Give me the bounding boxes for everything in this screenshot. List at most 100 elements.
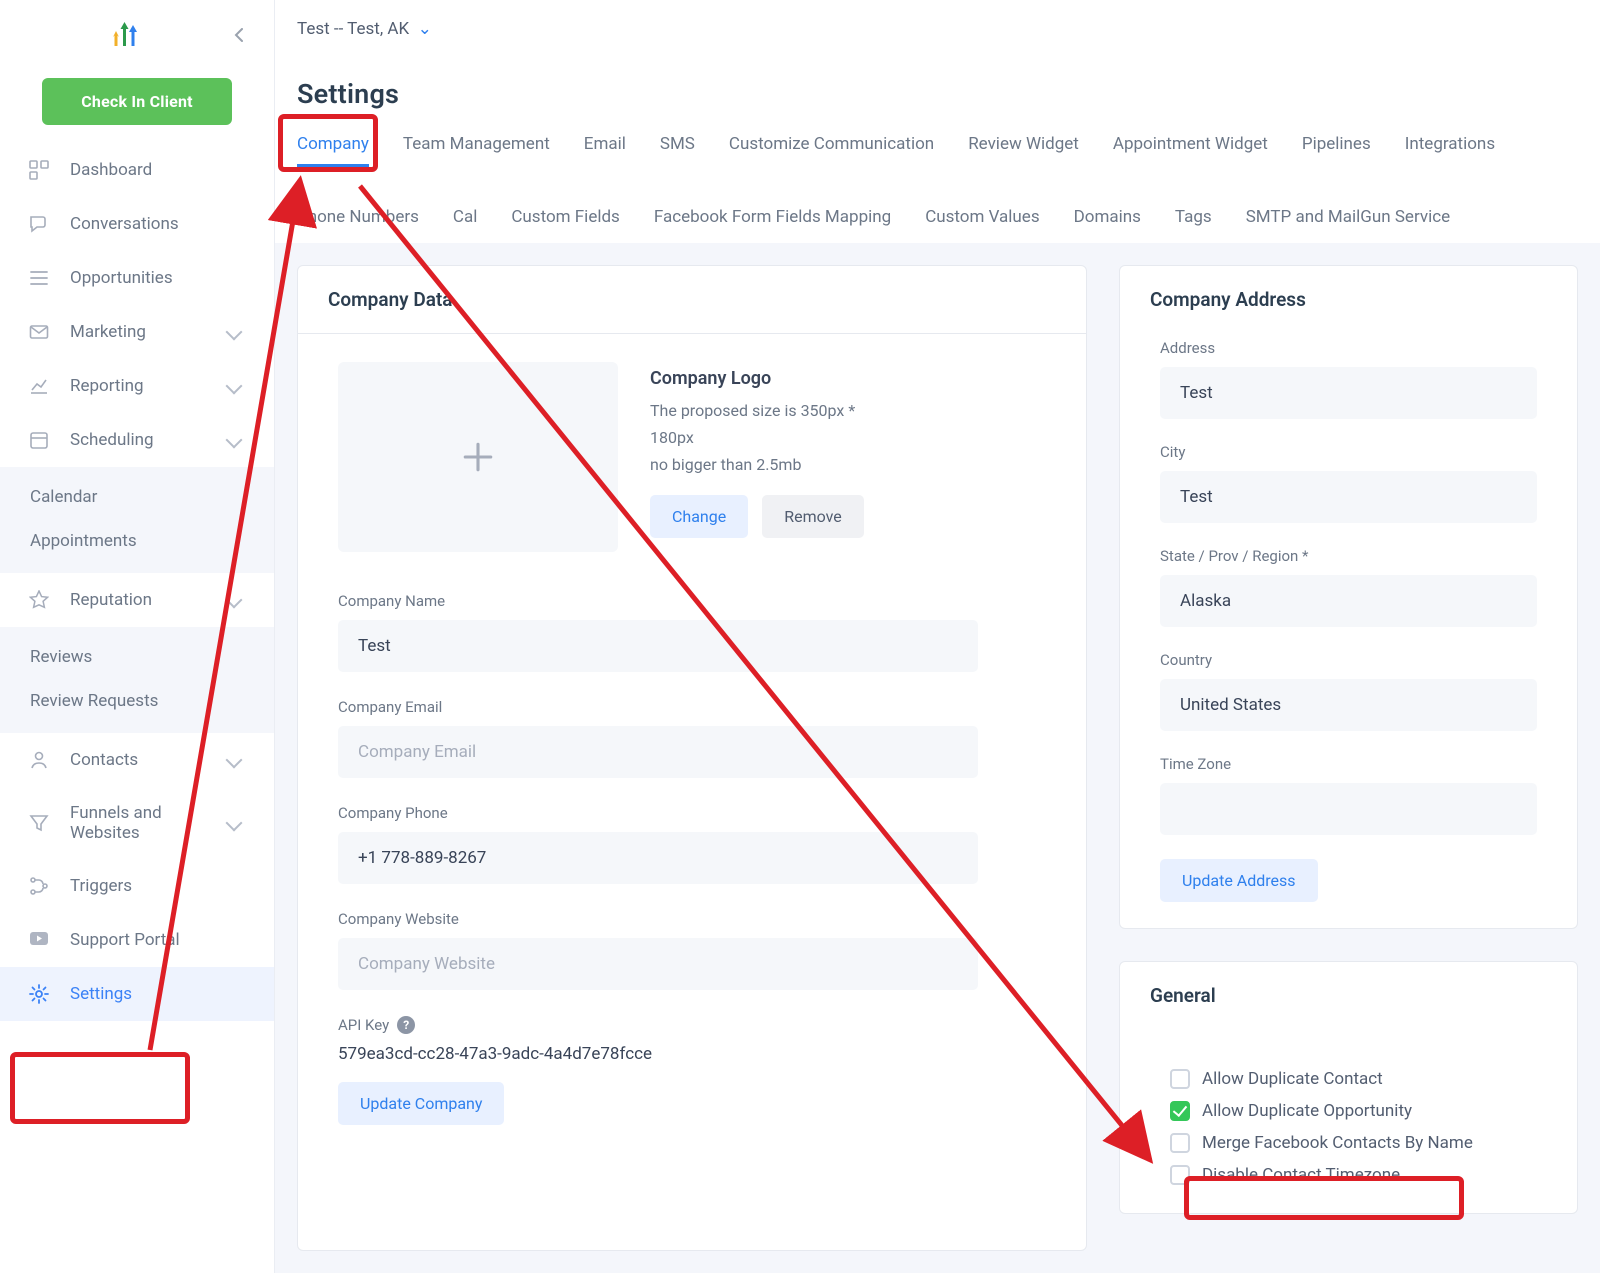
- remove-logo-button[interactable]: Remove: [762, 495, 864, 538]
- branch-icon: [28, 875, 50, 897]
- tab-phone-numbers[interactable]: Phone Numbers: [297, 201, 419, 233]
- video-icon: [28, 929, 50, 951]
- city-input[interactable]: Test: [1160, 471, 1537, 523]
- checkbox[interactable]: [1170, 1069, 1190, 1089]
- company-website-label: Company Website: [338, 910, 1046, 928]
- tab-cal-truncated[interactable]: Cal: [453, 201, 477, 233]
- update-address-button[interactable]: Update Address: [1160, 859, 1318, 902]
- account-name: Test -- Test, AK: [297, 19, 409, 39]
- opt-allow-dup-opportunity[interactable]: Allow Duplicate Opportunity: [1150, 1095, 1547, 1127]
- sidebar-item-reporting[interactable]: Reporting: [0, 359, 274, 413]
- sidebar-item-label: Marketing: [70, 322, 208, 342]
- tab-fb-fields[interactable]: Facebook Form Fields Mapping: [654, 201, 891, 233]
- card-title: Company Data: [298, 266, 1086, 334]
- sidebar-item-marketing[interactable]: Marketing: [0, 305, 274, 359]
- company-website-input[interactable]: [338, 938, 978, 990]
- settings-tabs: Company Team Management Email SMS Custom…: [297, 128, 1578, 243]
- company-name-input[interactable]: [338, 620, 978, 672]
- company-phone-input[interactable]: [338, 832, 978, 884]
- company-name-label: Company Name: [338, 592, 1046, 610]
- sidebar-item-triggers[interactable]: Triggers: [0, 859, 274, 913]
- sidebar-item-conversations[interactable]: Conversations: [0, 197, 274, 251]
- tab-custom-values[interactable]: Custom Values: [925, 201, 1039, 233]
- update-company-button[interactable]: Update Company: [338, 1082, 504, 1125]
- check-in-client-button[interactable]: Check In Client: [42, 78, 232, 125]
- tab-appt-widget[interactable]: Appointment Widget: [1113, 128, 1268, 167]
- sidebar-item-label: Opportunities: [70, 268, 246, 288]
- timezone-label: Time Zone: [1160, 755, 1537, 773]
- sidebar-item-settings[interactable]: Settings: [0, 967, 274, 1021]
- sidebar-item-label: Dashboard: [70, 160, 246, 180]
- chat-icon: [28, 213, 50, 235]
- checkbox[interactable]: [1170, 1165, 1190, 1185]
- sidebar-item-dashboard[interactable]: Dashboard: [0, 143, 274, 197]
- app-logo: [112, 20, 144, 50]
- sidebar-subitem-calendar[interactable]: Calendar: [0, 475, 274, 519]
- sidebar-item-label: Scheduling: [70, 430, 208, 450]
- page-title: Settings: [297, 78, 1578, 110]
- sidebar-item-label: Settings: [70, 984, 246, 1004]
- mail-icon: [28, 321, 50, 343]
- country-input[interactable]: United States: [1160, 679, 1537, 731]
- gear-icon: [28, 983, 50, 1005]
- checkbox[interactable]: [1170, 1101, 1190, 1121]
- collapse-sidebar-icon[interactable]: [226, 22, 252, 48]
- sidebar-item-label: Reporting: [70, 376, 208, 396]
- plus-icon: [461, 440, 495, 474]
- change-logo-button[interactable]: Change: [650, 495, 748, 538]
- tab-email[interactable]: Email: [584, 128, 626, 167]
- tab-customize-comm[interactable]: Customize Communication: [729, 128, 934, 167]
- person-icon: [28, 749, 50, 771]
- tab-company[interactable]: Company: [297, 128, 369, 167]
- tab-pipelines[interactable]: Pipelines: [1302, 128, 1371, 167]
- calendar-icon: [28, 429, 50, 451]
- sidebar-subitem-review-requests[interactable]: Review Requests: [0, 679, 274, 723]
- tab-smtp[interactable]: SMTP and MailGun Service: [1246, 201, 1450, 233]
- country-label: Country: [1160, 651, 1537, 669]
- sidebar-item-funnels[interactable]: Funnels and Websites: [0, 787, 274, 859]
- tab-domains[interactable]: Domains: [1074, 201, 1141, 233]
- company-email-label: Company Email: [338, 698, 1046, 716]
- star-icon: [28, 589, 50, 611]
- card-title: Company Address: [1120, 266, 1577, 333]
- address-input[interactable]: Test: [1160, 367, 1537, 419]
- tab-team[interactable]: Team Management: [403, 128, 550, 167]
- account-switcher[interactable]: Test -- Test, AK ⌄: [297, 19, 432, 39]
- company-email-input[interactable]: [338, 726, 978, 778]
- state-input[interactable]: Alaska: [1160, 575, 1537, 627]
- sidebar-item-opportunities[interactable]: Opportunities: [0, 251, 274, 305]
- opt-merge-fb-contacts[interactable]: Merge Facebook Contacts By Name: [1150, 1127, 1547, 1159]
- opt-allow-dup-contact[interactable]: Allow Duplicate Contact: [1150, 1063, 1547, 1095]
- tab-tags[interactable]: Tags: [1175, 201, 1212, 233]
- company-address-card: Company Address Address Test City Test S…: [1119, 265, 1578, 929]
- sidebar-nav: Dashboard Conversations Opportunities Ma…: [0, 143, 274, 467]
- list-icon: [28, 267, 50, 289]
- sidebar-item-label: Contacts: [70, 750, 208, 770]
- opt-disable-contact-tz[interactable]: Disable Contact Timezone: [1150, 1159, 1547, 1191]
- company-logo-dropzone[interactable]: [338, 362, 618, 552]
- tab-custom-fields[interactable]: Custom Fields: [511, 201, 619, 233]
- checkbox-label: Allow Duplicate Opportunity: [1202, 1101, 1412, 1121]
- timezone-input[interactable]: [1160, 783, 1537, 835]
- checkbox[interactable]: [1170, 1133, 1190, 1153]
- sidebar-subitem-reviews[interactable]: Reviews: [0, 635, 274, 679]
- dashboard-icon: [28, 159, 50, 181]
- sidebar-item-reputation[interactable]: Reputation: [0, 573, 274, 627]
- city-label: City: [1160, 443, 1537, 461]
- sidebar-item-support[interactable]: Support Portal: [0, 913, 274, 967]
- api-key-value: 579ea3cd-cc28-47a3-9adc-4a4d7e78fcce: [338, 1044, 1046, 1064]
- sidebar-item-label: Reputation: [70, 590, 208, 610]
- sidebar-item-label: Support Portal: [70, 930, 246, 950]
- tab-sms[interactable]: SMS: [660, 128, 695, 167]
- tab-integrations[interactable]: Integrations: [1405, 128, 1495, 167]
- sidebar-item-label: Funnels and Websites: [70, 803, 208, 843]
- help-icon[interactable]: ?: [397, 1016, 415, 1034]
- company-phone-label: Company Phone: [338, 804, 1046, 822]
- tab-review-widget[interactable]: Review Widget: [968, 128, 1079, 167]
- sidebar-item-contacts[interactable]: Contacts: [0, 733, 274, 787]
- company-logo-title: Company Logo: [650, 368, 870, 389]
- sidebar-subitem-appointments[interactable]: Appointments: [0, 519, 274, 563]
- topbar: Test -- Test, AK ⌄: [275, 0, 1600, 58]
- sidebar-item-scheduling[interactable]: Scheduling: [0, 413, 274, 467]
- company-data-card: Company Data Company Logo The proposed s…: [297, 265, 1087, 1251]
